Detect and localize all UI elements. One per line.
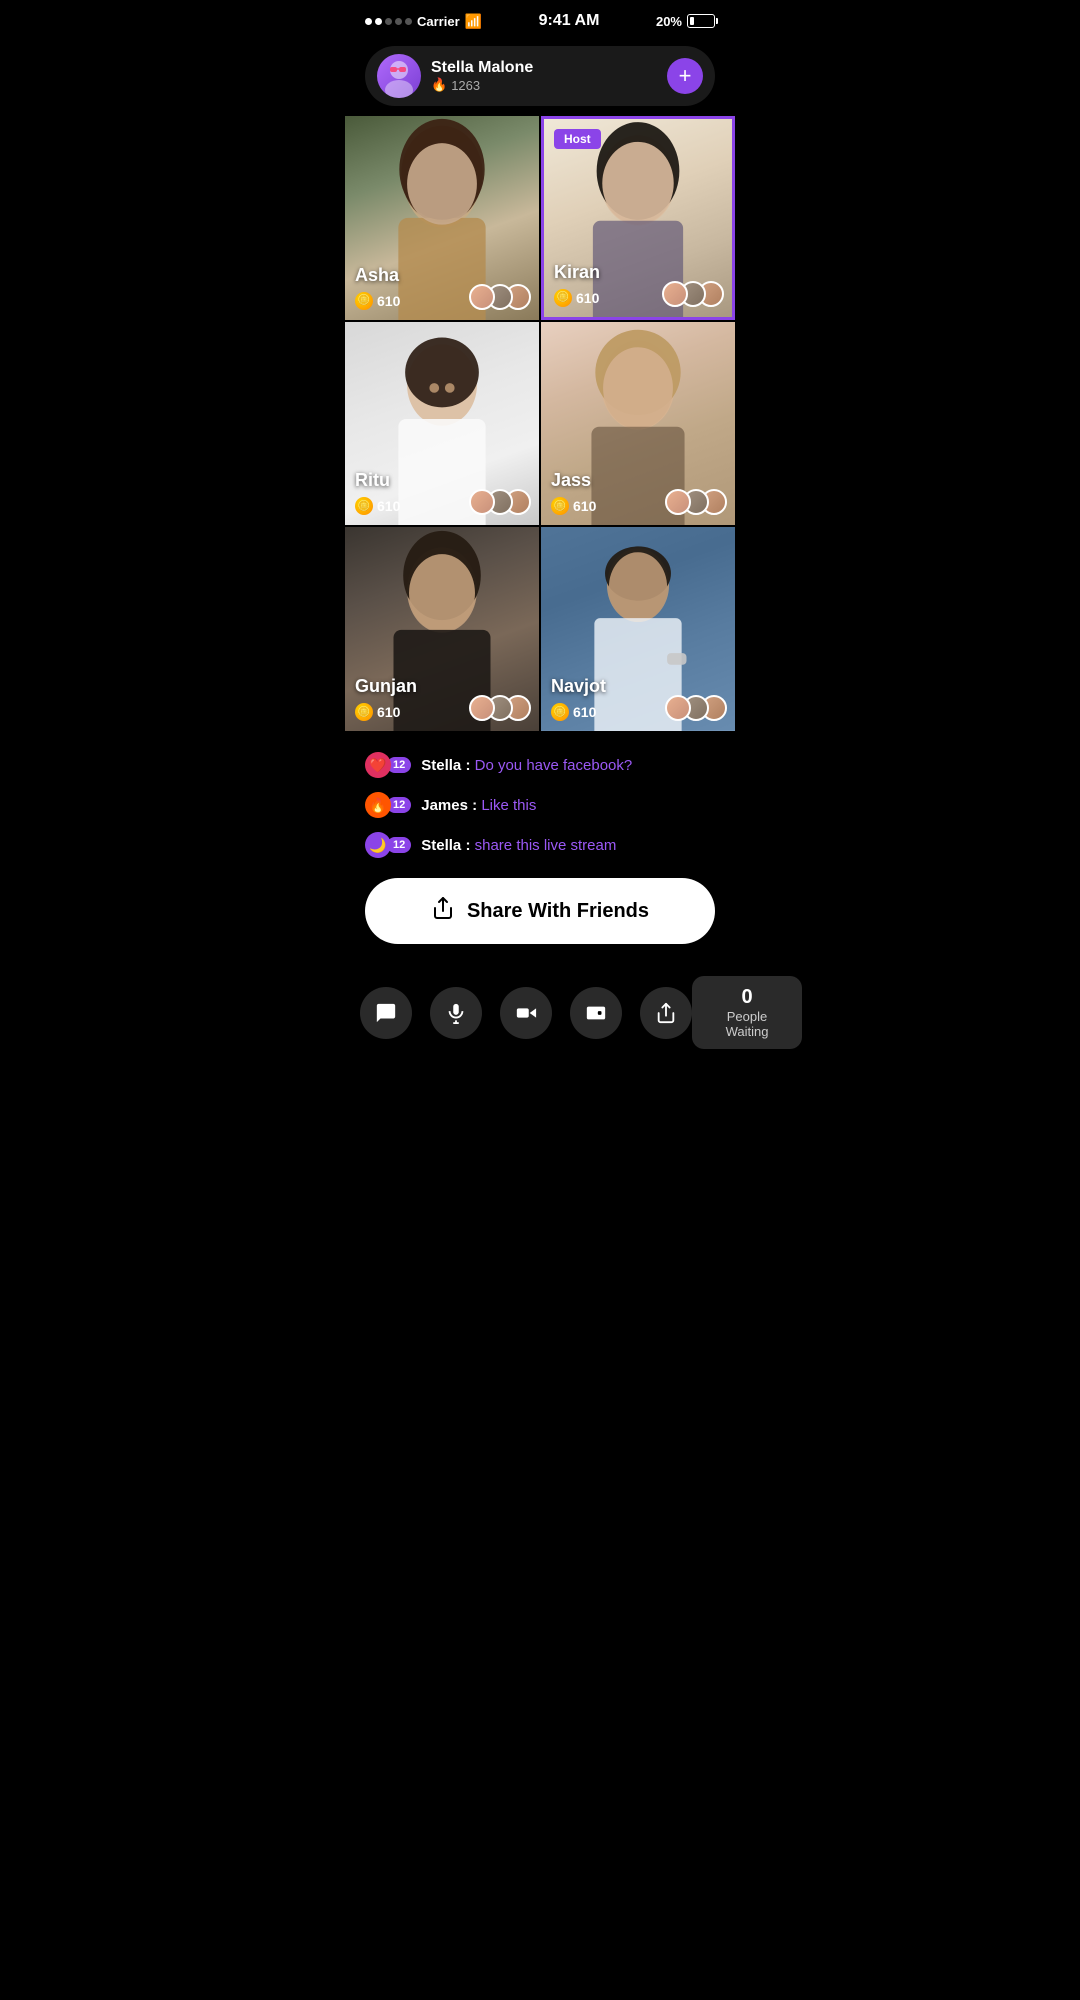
mic-action-button[interactable]	[430, 987, 482, 1039]
chat-sender-1: Stella	[421, 757, 461, 774]
video-grid: Asha 🪙 610 Host Kiran 🪙 610	[345, 116, 735, 731]
bottom-actions	[360, 987, 692, 1039]
cell-score-ritu: 🪙 610	[355, 497, 400, 515]
cell-name-navjot: Navjot	[551, 676, 606, 697]
mini-avatar-g1	[469, 695, 495, 721]
chat-badge-1: ❤️ 12	[365, 752, 411, 778]
avatar	[377, 54, 421, 98]
wifi-icon: 📶	[465, 13, 482, 30]
chat-message-3: 🌙 12 Stella : share this live stream	[365, 832, 715, 858]
chat-msg-3: share this live stream	[475, 837, 617, 854]
cell-name-gunjan: Gunjan	[355, 676, 417, 697]
cell-score-kiran: 🪙 610	[554, 289, 599, 307]
cell-name-kiran: Kiran	[554, 262, 600, 283]
cell-avatars-asha	[477, 284, 531, 310]
bottom-bar: 0 People Waiting	[345, 964, 735, 1061]
video-cell-jass[interactable]: Jass 🪙 610	[541, 322, 735, 526]
signal-dot-4	[395, 18, 402, 25]
wallet-action-button[interactable]	[570, 987, 622, 1039]
chat-sender-2: James	[421, 797, 468, 814]
status-right: 20%	[656, 14, 715, 29]
battery-icon	[687, 14, 715, 28]
status-left: Carrier 📶	[365, 13, 482, 30]
chat-text-2: James : Like this	[421, 797, 536, 814]
score-value: 1263	[451, 78, 480, 93]
carrier-label: Carrier	[417, 14, 460, 29]
video-cell-navjot[interactable]: Navjot 🪙 610	[541, 527, 735, 731]
chat-message-1: ❤️ 12 Stella : Do you have facebook?	[365, 752, 715, 778]
coin-icon-ritu: 🪙	[355, 497, 373, 515]
cell-score-asha: 🪙 610	[355, 292, 400, 310]
share-action-button[interactable]	[640, 987, 692, 1039]
chat-sender-3: Stella	[421, 837, 461, 854]
chat-msg-1: Do you have facebook?	[475, 757, 633, 774]
coin-icon-jass: 🪙	[551, 497, 569, 515]
chat-msg-2: Like this	[481, 797, 536, 814]
mini-avatar-1	[469, 284, 495, 310]
status-bar: Carrier 📶 9:41 AM 20%	[345, 0, 735, 36]
avatar-inner	[377, 54, 421, 98]
cell-score-jass: 🪙 610	[551, 497, 596, 515]
cell-name-ritu: Ritu	[355, 470, 390, 491]
chat-badge-2: 🔥 12	[365, 792, 411, 818]
profile-name: Stella Malone	[431, 59, 657, 77]
fire-icon: 🔥	[431, 77, 447, 93]
profile-info: Stella Malone 🔥 1263	[431, 59, 657, 93]
add-button[interactable]: +	[667, 58, 703, 94]
time-display: 9:41 AM	[539, 12, 600, 30]
heart-badge-icon: ❤️	[365, 752, 391, 778]
signal-dot-1	[365, 18, 372, 25]
host-badge: Host	[554, 129, 601, 149]
battery-percent: 20%	[656, 14, 682, 29]
cell-score-gunjan: 🪙 610	[355, 703, 400, 721]
profile-card: Stella Malone 🔥 1263 +	[365, 46, 715, 106]
video-cell-ritu[interactable]: Ritu 🪙 610	[345, 322, 539, 526]
signal-dot-5	[405, 18, 412, 25]
chat-action-button[interactable]	[360, 987, 412, 1039]
cell-avatars-gunjan	[477, 695, 531, 721]
coin-icon-navjot: 🪙	[551, 703, 569, 721]
signal-dots	[365, 18, 412, 25]
cell-avatars-kiran	[670, 281, 724, 307]
cell-avatars-navjot	[673, 695, 727, 721]
cell-avatars-jass	[673, 489, 727, 515]
signal-dot-3	[385, 18, 392, 25]
people-waiting-panel: 0 People Waiting	[692, 976, 802, 1049]
moon-badge-icon: 🌙	[365, 832, 391, 858]
share-section: Share With Friends	[345, 868, 735, 964]
coin-icon: 🪙	[355, 292, 373, 310]
mini-avatar-k1	[662, 281, 688, 307]
waiting-count: 0	[708, 986, 786, 1009]
cell-name-jass: Jass	[551, 470, 591, 491]
coin-icon-kiran: 🪙	[554, 289, 572, 307]
video-cell-kiran[interactable]: Host Kiran 🪙 610	[541, 116, 735, 320]
signal-dot-2	[375, 18, 382, 25]
share-with-friends-button[interactable]: Share With Friends	[365, 878, 715, 944]
share-button-label: Share With Friends	[467, 900, 649, 923]
cell-name-asha: Asha	[355, 265, 399, 286]
share-icon	[431, 896, 455, 926]
profile-score: 🔥 1263	[431, 77, 657, 93]
coin-icon-gunjan: 🪙	[355, 703, 373, 721]
video-cell-gunjan[interactable]: Gunjan 🪙 610	[345, 527, 539, 731]
video-action-button[interactable]	[500, 987, 552, 1039]
battery-fill	[690, 17, 694, 25]
video-cell-asha[interactable]: Asha 🪙 610	[345, 116, 539, 320]
chat-badge-3: 🌙 12	[365, 832, 411, 858]
mini-avatar-n1	[665, 695, 691, 721]
cell-avatars-ritu	[477, 489, 531, 515]
waiting-label: People Waiting	[708, 1009, 786, 1039]
fire-badge-icon: 🔥	[365, 792, 391, 818]
chat-text-1: Stella : Do you have facebook?	[421, 757, 632, 774]
chat-text-3: Stella : share this live stream	[421, 837, 616, 854]
cell-score-navjot: 🪙 610	[551, 703, 596, 721]
chat-message-2: 🔥 12 James : Like this	[365, 792, 715, 818]
chat-section: ❤️ 12 Stella : Do you have facebook? 🔥 1…	[345, 737, 735, 868]
